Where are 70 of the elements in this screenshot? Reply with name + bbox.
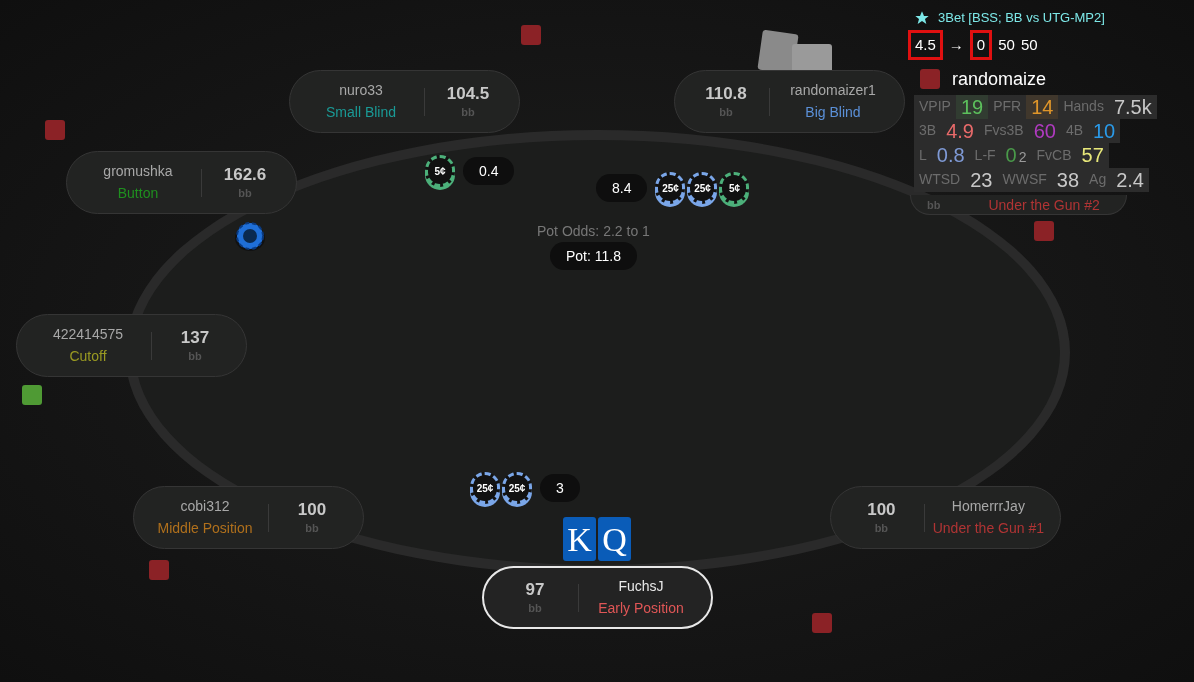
star-icon [914, 9, 930, 26]
stat-value: 10 [1093, 118, 1116, 143]
position-label: Cutoff [69, 346, 107, 366]
position-label: Small Blind [326, 102, 396, 122]
stat-value: 57 [1081, 142, 1104, 167]
player-name: gromushka [103, 161, 173, 181]
dealer-button-icon [234, 222, 266, 252]
position-label: Button [117, 183, 159, 203]
position-label: Under the Gun #2 [988, 195, 1100, 215]
pot-odds: Pot Odds: 2.2 to 1 [537, 222, 650, 241]
hud-value: 50 [1020, 34, 1038, 55]
position-label: Under the Gun #1 [932, 518, 1044, 538]
hud-value: 0 [969, 29, 993, 60]
note-marker[interactable] [812, 613, 832, 633]
stat-value: 0 [1005, 142, 1017, 167]
stat-value: 14 [1031, 94, 1054, 119]
player-name: HomerrrJay [951, 496, 1025, 516]
playing-card: K [563, 517, 596, 561]
stat-value: 23 [970, 167, 993, 192]
stat-label: 3B [918, 121, 938, 140]
player-name: 422414575 [52, 324, 124, 344]
stack-amount: 100 [297, 499, 327, 520]
stack-amount: 97 [525, 579, 545, 600]
stat-label: L [918, 145, 928, 165]
stat-label: WWSF [1001, 170, 1048, 189]
stack-amount: 100 [867, 499, 896, 520]
pot-amount: Pot: 11.8 [550, 242, 637, 270]
position-label: Big Blind [805, 102, 861, 122]
player-name: nuro33 [339, 80, 383, 100]
stat-label: Ag [1088, 170, 1108, 189]
hud-title: 3Bet [BSS; BB vs UTG-MP2] [938, 9, 1105, 27]
player-name: randomaizer1 [790, 80, 876, 100]
note-marker[interactable] [22, 385, 42, 405]
stat-value: 0.8 [936, 142, 965, 167]
stat-value: 2 [1018, 147, 1027, 167]
playing-card: Q [598, 517, 631, 561]
player-name: FuchsJ [618, 576, 664, 596]
hud-player-name: randomaize [952, 67, 1047, 91]
player-name: cobi312 [180, 496, 230, 516]
note-marker[interactable] [920, 69, 940, 89]
stack-amount: 162.6 [223, 164, 267, 185]
stat-label: PFR [992, 97, 1023, 116]
position-label: Early Position [598, 598, 684, 618]
position-label: Middle Position [157, 518, 253, 538]
stack-amount: 104.5 [446, 83, 490, 104]
stat-label: FvCB [1035, 145, 1073, 165]
stack-amount: 137 [180, 327, 210, 348]
note-marker[interactable] [1034, 221, 1054, 241]
note-marker[interactable] [45, 120, 65, 140]
stat-value: 7.5k [1113, 94, 1152, 119]
stat-label: WTSD [918, 170, 962, 189]
bet-amount: 0.4 [463, 157, 515, 185]
bet-amount: 8.4 [596, 174, 648, 202]
stat-value: 19 [960, 94, 984, 119]
stat-label: L-F [973, 145, 997, 165]
hud-value: 4.5 [908, 29, 943, 60]
hud-value: 50 [998, 34, 1015, 55]
stat-value: 4.9 [946, 118, 974, 143]
stat-label: 4B [1064, 121, 1084, 140]
note-marker[interactable] [521, 25, 541, 45]
stat-label: Hands [1062, 97, 1105, 116]
note-marker[interactable] [149, 560, 169, 580]
chip-stack: 5¢ [425, 155, 455, 187]
stack-amount: 110.8 [705, 83, 747, 104]
stat-value: 2.4 [1116, 167, 1144, 192]
hud-value: → [948, 34, 964, 55]
stat-label: VPIP [918, 97, 952, 116]
stat-label: Fvs3B [982, 121, 1025, 140]
stat-value: 60 [1033, 118, 1056, 143]
stat-value: 38 [1056, 167, 1080, 192]
